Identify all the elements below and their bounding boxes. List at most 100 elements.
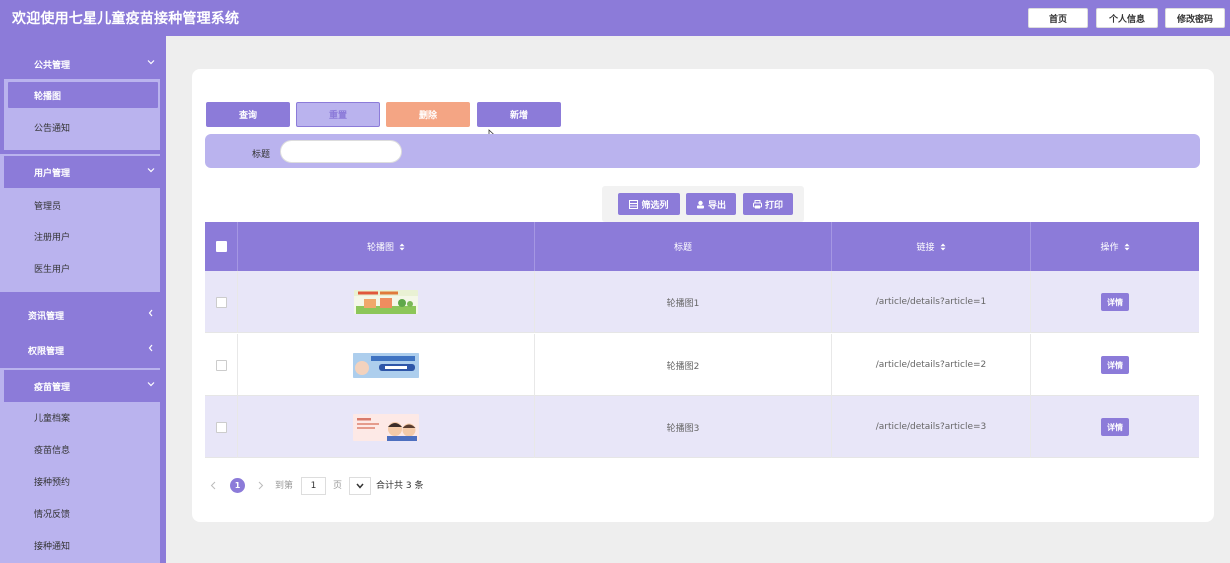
detail-button[interactable]: 详情 <box>1101 356 1129 374</box>
sidebar-group-label: 用户管理 <box>34 168 71 179</box>
sidebar-item-label: 公告通知 <box>34 124 71 134</box>
title-cell: 轮播图1 <box>535 271 832 333</box>
carousel-image-cell <box>238 334 535 396</box>
home-button[interactable]: 首页 <box>1028 8 1088 28</box>
sidebar-item-child-records[interactable]: 儿童档案 <box>4 402 160 433</box>
page-number-current[interactable]: 1 <box>230 478 245 493</box>
detail-button[interactable]: 详情 <box>1101 293 1129 311</box>
next-page-icon[interactable] <box>258 481 264 490</box>
sidebar-item-doctors[interactable]: 医生用户 <box>4 253 160 284</box>
sidebar-group-label: 资讯管理 <box>28 311 65 322</box>
add-button[interactable]: 新增 <box>477 102 561 127</box>
column-header-label: 链接 <box>916 243 935 253</box>
search-label: 标题 <box>252 150 271 160</box>
sort-icon <box>399 243 405 250</box>
row-select-cell <box>205 334 238 396</box>
sort-icon <box>1124 243 1129 250</box>
page-jump-input[interactable]: 1 <box>301 477 326 495</box>
title-cell: 轮播图3 <box>535 396 832 458</box>
app-title: 欢迎使用七星儿童疫苗接种管理系统 <box>12 11 240 27</box>
column-header-actions[interactable]: 操作 <box>1031 222 1199 271</box>
goto-label: 到第 <box>275 481 294 491</box>
filter-columns-label: 筛选列 <box>641 200 669 211</box>
carousel-image-cell <box>238 396 535 458</box>
row-checkbox[interactable] <box>215 359 227 371</box>
export-button[interactable]: 导出 <box>686 193 736 215</box>
sidebar-group-label: 公共管理 <box>34 60 71 71</box>
reset-button[interactable]: 重置 <box>296 102 380 127</box>
change-password-button[interactable]: 修改密码 <box>1165 8 1225 28</box>
chevron-down-icon <box>147 168 155 173</box>
actions-cell: 详情 <box>1031 271 1199 333</box>
sidebar-item-registered-users[interactable]: 注册用户 <box>4 221 160 252</box>
column-header-label: 标题 <box>673 243 692 253</box>
sidebar-item-vaccine-info[interactable]: 疫苗信息 <box>4 434 160 465</box>
sidebar-group-label: 疫苗管理 <box>34 382 71 393</box>
actions-cell: 详情 <box>1031 334 1199 396</box>
sidebar-item-notifications[interactable]: 接种通知 <box>4 530 160 561</box>
export-icon <box>696 200 704 208</box>
export-label: 导出 <box>707 200 726 211</box>
column-header-label: 操作 <box>1100 243 1119 253</box>
column-header-label: 轮播图 <box>366 243 394 253</box>
carousel-thumbnail[interactable] <box>354 290 418 314</box>
sort-icon <box>940 243 945 250</box>
link-cell: /article/details?article=1 <box>832 271 1031 333</box>
sidebar-item-label: 疫苗信息 <box>34 446 71 456</box>
sidebar-group-users[interactable]: 用户管理 <box>4 156 160 188</box>
print-label: 打印 <box>764 200 783 211</box>
sidebar-item-label: 接种通知 <box>34 542 71 552</box>
title-search-input[interactable] <box>280 140 402 163</box>
sidebar-item-label: 医生用户 <box>34 265 71 275</box>
sidebar-item-label: 管理员 <box>34 202 62 212</box>
total-count: 合计共 3 条 <box>376 481 424 491</box>
sidebar-group-public[interactable]: 公共管理 <box>0 48 166 80</box>
sidebar-item-label: 接种预约 <box>34 478 71 488</box>
profile-button[interactable]: 个人信息 <box>1096 8 1158 28</box>
chevron-down-icon <box>147 60 155 65</box>
select-all-cell <box>205 222 238 271</box>
delete-button[interactable]: 删除 <box>386 102 470 127</box>
sidebar-group-label: 权限管理 <box>28 346 65 357</box>
query-button[interactable]: 查询 <box>206 102 290 127</box>
sidebar-item-appointments[interactable]: 接种预约 <box>4 466 160 497</box>
page-unit-label: 页 <box>333 481 343 491</box>
link-cell: /article/details?article=3 <box>832 396 1031 458</box>
column-header-image[interactable]: 轮播图 <box>238 222 535 271</box>
sidebar-group-news[interactable]: 资讯管理 <box>0 299 166 331</box>
sidebar-item-label: 轮播图 <box>34 91 62 102</box>
sidebar-item-feedback[interactable]: 情况反馈 <box>4 498 160 529</box>
print-button[interactable]: 打印 <box>743 193 793 215</box>
chevron-left-icon <box>148 344 153 352</box>
page-size-select[interactable] <box>349 477 371 495</box>
row-checkbox[interactable] <box>215 296 227 308</box>
link-cell: /article/details?article=2 <box>832 334 1031 396</box>
sidebar: 公共管理 轮播图 公告通知 用户管理 管理员 注册用户 医生用户 资讯管理 权限… <box>0 36 166 563</box>
sidebar-item-label: 儿童档案 <box>34 414 71 424</box>
carousel-thumbnail[interactable] <box>353 413 419 441</box>
title-cell: 轮播图2 <box>535 334 832 396</box>
chevron-left-icon <box>148 309 153 317</box>
sidebar-item-label: 注册用户 <box>34 233 71 243</box>
row-select-cell <box>205 396 238 458</box>
carousel-thumbnail[interactable] <box>353 352 419 378</box>
sidebar-item-carousel[interactable]: 轮播图 <box>8 82 158 108</box>
actions-cell: 详情 <box>1031 396 1199 458</box>
printer-icon <box>752 199 762 208</box>
column-header-title: 标题 <box>535 222 832 271</box>
sidebar-item-admin[interactable]: 管理员 <box>4 190 160 221</box>
sidebar-group-vaccines[interactable]: 疫苗管理 <box>4 370 160 402</box>
filter-columns-button[interactable]: 筛选列 <box>618 193 680 215</box>
prev-page-icon[interactable] <box>210 481 216 490</box>
top-header: 欢迎使用七星儿童疫苗接种管理系统 首页 个人信息 修改密码 <box>0 0 1230 36</box>
chevron-down-icon <box>147 382 155 387</box>
sidebar-group-permissions[interactable]: 权限管理 <box>0 334 166 366</box>
row-select-cell <box>205 271 238 333</box>
column-header-link[interactable]: 链接 <box>832 222 1031 271</box>
sidebar-item-notice[interactable]: 公告通知 <box>4 112 160 143</box>
row-checkbox[interactable] <box>215 421 227 433</box>
detail-button[interactable]: 详情 <box>1101 418 1129 436</box>
select-all-checkbox[interactable] <box>215 241 227 252</box>
carousel-image-cell <box>238 271 535 333</box>
chevron-down-icon <box>356 483 364 489</box>
